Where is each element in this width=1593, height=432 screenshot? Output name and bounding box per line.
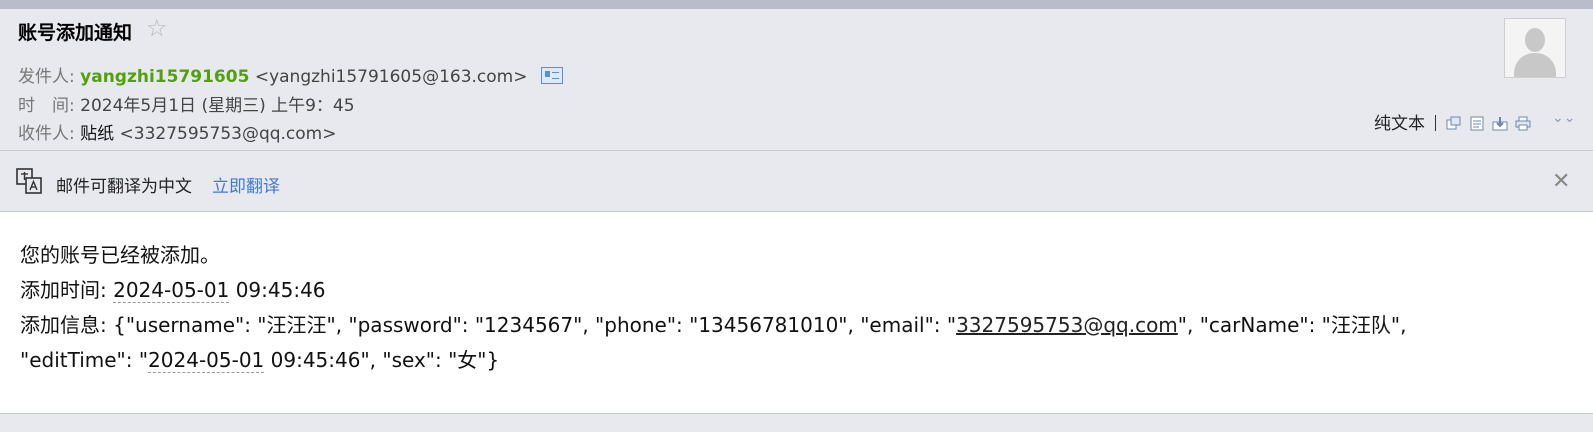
body-line: "editTime": "2024-05-01 09:45:46", "sex"… — [20, 343, 1406, 378]
print-preview-icon[interactable] — [1469, 116, 1485, 131]
info-suffix: ", "carName": "汪汪队", — [1177, 313, 1407, 337]
body-line: 添加时间: 2024-05-01 09:45:46 — [20, 273, 1406, 308]
contact-card-icon[interactable] — [540, 67, 563, 84]
date-text[interactable]: 2024-05-01 — [148, 348, 265, 373]
edit-time-prefix: "editTime": " — [20, 348, 149, 372]
mail-toolbar: 纯文本 — [1374, 109, 1538, 134]
bottom-bar — [0, 413, 1593, 432]
sender-label: 发件人: — [18, 67, 75, 87]
date-text[interactable]: 2024-05-01 — [113, 278, 230, 303]
close-icon[interactable]: ✕ — [1552, 169, 1570, 194]
mail-subject: 账号添加通知 — [18, 22, 133, 44]
sender-avatar[interactable] — [1504, 18, 1566, 78]
time-row: 时 间: 2024年5月1日 (星期三) 上午9：45 — [18, 91, 355, 116]
recipient-label: 收件人: — [18, 124, 75, 144]
more-chevron-icon[interactable]: ⌄⌄ — [1552, 110, 1575, 126]
email-link[interactable]: 3327595753@qq.com — [956, 313, 1178, 337]
top-bar — [0, 0, 1593, 9]
edit-time-suffix: 09:45:46", "sex": "女"} — [264, 348, 500, 372]
recipient-row: 收件人: 贴纸 <3327595753@qq.com> — [18, 119, 337, 144]
body-line: 添加信息: {"username": "汪汪汪", "password": "1… — [20, 308, 1406, 343]
print-icon[interactable] — [1515, 116, 1531, 131]
time-label: 时 间: — [18, 96, 75, 116]
time-text: 09:45:46 — [229, 278, 326, 302]
recipient-address[interactable]: <3327595753@qq.com> — [120, 124, 337, 144]
add-time-label: 添加时间: — [20, 278, 114, 302]
time-value: 2024年5月1日 (星期三) 上午9：45 — [80, 96, 355, 116]
recipient-name[interactable]: 贴纸 — [80, 124, 114, 144]
star-icon[interactable]: ☆ — [146, 14, 168, 42]
sender-address[interactable]: <yangzhi15791605@163.com> — [255, 67, 528, 87]
info-prefix: 添加信息: {"username": "汪汪汪", "password": "1… — [20, 313, 957, 337]
mail-body: 您的账号已经被添加。 添加时间: 2024-05-01 09:45:46 添加信… — [20, 238, 1406, 378]
sender-name[interactable]: yangzhi15791605 — [80, 67, 249, 87]
body-line: 您的账号已经被添加。 — [20, 243, 220, 267]
toolbar-divider — [1435, 115, 1436, 131]
plain-text-button[interactable]: 纯文本 — [1374, 114, 1425, 134]
translate-message: 邮件可翻译为中文 — [56, 177, 192, 197]
translate-now-link[interactable]: 立即翻译 — [212, 172, 280, 197]
new-window-icon[interactable] — [1446, 116, 1462, 131]
sender-row: 发件人: yangzhi15791605 <yangzhi15791605@16… — [18, 62, 563, 87]
translate-icon — [15, 167, 43, 195]
download-icon[interactable] — [1492, 116, 1508, 131]
